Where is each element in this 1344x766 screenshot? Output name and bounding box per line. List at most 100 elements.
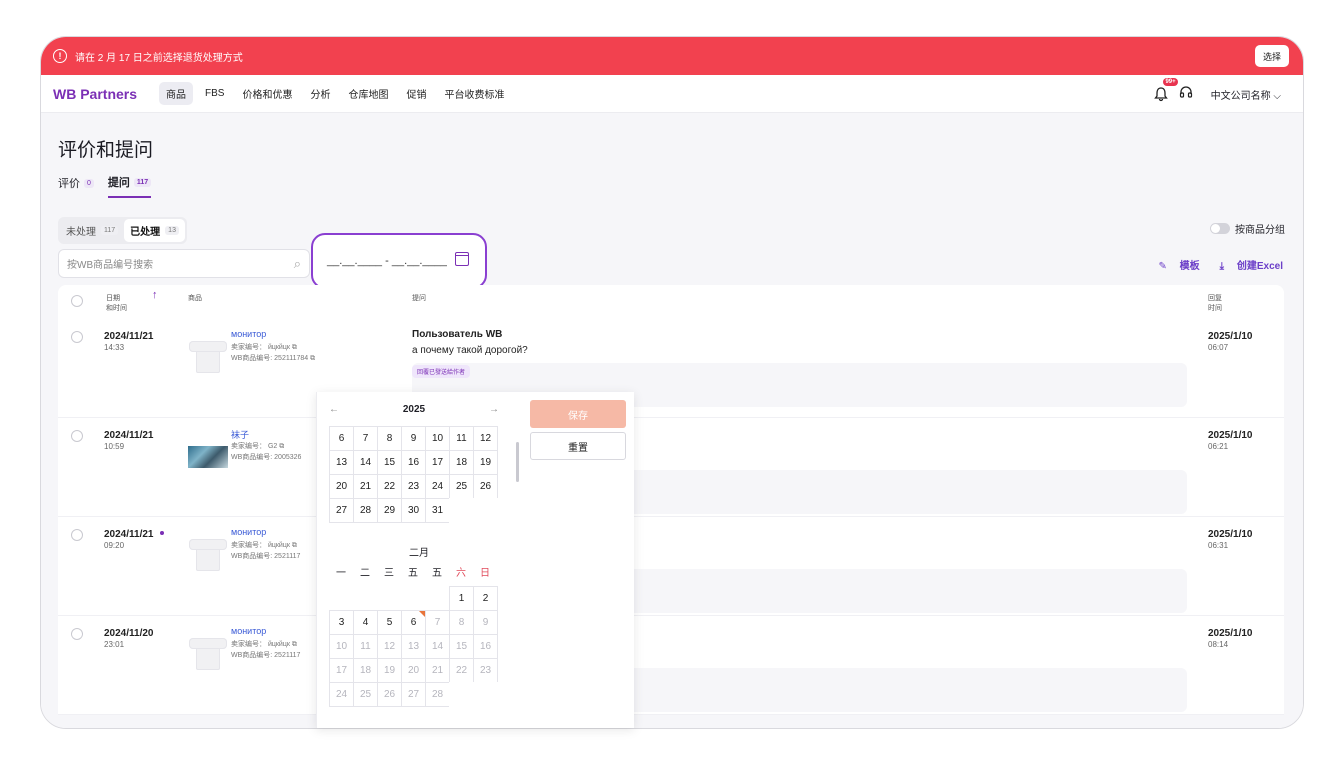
nav-item-products[interactable]: 商品 [159,82,194,105]
product-name[interactable]: 袜子 [231,428,249,441]
next-month-arrow-icon[interactable]: → [489,404,499,415]
search-icon[interactable]: ⌕ [294,256,301,272]
calendar-day[interactable]: 29 [377,498,402,523]
calendar-day[interactable]: 10 [425,426,450,451]
calendar-day[interactable]: 25 [449,474,474,499]
nav-item-fbs[interactable]: FBS [205,88,224,99]
calendar-day[interactable]: 21 [425,658,450,683]
calendar-day[interactable]: 6 [401,610,426,635]
headset-icon[interactable] [1179,85,1193,103]
calendar-day[interactable]: 6 [329,426,354,451]
calendar-day[interactable]: 24 [425,474,450,499]
date-range-input[interactable]: __.__.____ - __.__.____ [311,233,487,289]
calendar-day[interactable]: 11 [449,426,474,451]
product-thumbnail[interactable] [188,436,228,474]
prev-month-arrow-icon[interactable]: ← [329,404,339,415]
calendar-day[interactable]: 27 [401,682,426,707]
table-row[interactable]: 2024/11/20 23:01 монитор 卖家编号： йцкйцк ⧉ … [58,616,1284,715]
calendar-day[interactable]: 17 [329,658,354,683]
select-all-checkbox[interactable] [71,295,83,307]
tab-reviews[interactable]: 评价 0 [58,174,94,198]
calendar-day[interactable]: 28 [425,682,450,707]
calendar-day[interactable]: 14 [425,634,450,659]
product-thumbnail[interactable] [188,535,228,573]
calendar-day[interactable]: 16 [473,634,498,659]
calendar-day[interactable]: 1 [449,586,474,611]
group-by-product-toggle[interactable]: 按商品分组 [1210,221,1285,236]
col-date[interactable]: 日期 和时间 [106,293,127,313]
calendar-day[interactable]: 10 [329,634,354,659]
calendar-day[interactable]: 14 [353,450,378,475]
calendar-day[interactable]: 7 [353,426,378,451]
save-button[interactable]: 保存 [530,400,626,428]
calendar-day[interactable]: 25 [353,682,378,707]
calendar-day[interactable]: 23 [401,474,426,499]
calendar-icon[interactable] [455,252,469,266]
tab-questions[interactable]: 提问 117 [107,174,152,198]
table-row[interactable]: 2024/11/21 10:59 袜子 卖家编号： G2 ⧉ WB商品编号: 2… [58,418,1284,517]
logo[interactable]: WB Partners [53,86,137,102]
row-checkbox[interactable] [71,331,83,343]
calendar-day[interactable]: 31 [425,498,450,523]
segment-processed[interactable]: 已处理 13 [124,219,185,242]
toggle-switch[interactable] [1210,223,1230,234]
create-excel-link[interactable]: ⤓ 创建Excel [1210,257,1283,272]
product-name[interactable]: монитор [231,527,266,537]
nav-item-fees[interactable]: 平台收费标准 [444,86,504,101]
segment-unprocessed[interactable]: 未处理 117 [60,219,124,242]
table-row[interactable]: 2024/11/21 09:20 монитор 卖家编号： йцкйцк ⧉ … [58,517,1284,616]
row-checkbox[interactable] [71,628,83,640]
nav-item-warehouse-map[interactable]: 仓库地图 [348,86,388,101]
calendar-day[interactable]: 16 [401,450,426,475]
calendar-day[interactable]: 24 [329,682,354,707]
product-name[interactable]: монитор [231,329,266,339]
calendar-day[interactable]: 12 [473,426,498,451]
calendar-day[interactable]: 8 [449,610,474,635]
calendar-day[interactable]: 26 [473,474,498,499]
calendar-day[interactable]: 26 [377,682,402,707]
calendar-day[interactable]: 22 [449,658,474,683]
calendar-day[interactable]: 28 [353,498,378,523]
calendar-day[interactable]: 2 [473,586,498,611]
choose-button[interactable]: 选择 [1254,45,1289,67]
nav-item-promotions[interactable]: 促销 [406,86,426,101]
calendar-year[interactable]: 2025 [403,404,425,415]
calendar-day[interactable]: 20 [401,658,426,683]
calendar-day[interactable]: 19 [377,658,402,683]
calendar-day[interactable]: 18 [449,450,474,475]
calendar-day[interactable]: 23 [473,658,498,683]
search-input[interactable]: 按WB商品编号搜索 ⌕ [58,249,310,278]
product-thumbnail[interactable] [188,337,228,375]
calendar-day[interactable]: 5 [377,610,402,635]
reset-button[interactable]: 重置 [530,432,626,460]
calendar-day[interactable]: 18 [353,658,378,683]
calendar-day[interactable]: 11 [353,634,378,659]
calendar-day[interactable]: 3 [329,610,354,635]
calendar-day[interactable]: 9 [401,426,426,451]
template-link[interactable]: ✎ 模板 [1148,257,1199,272]
calendar-scrollbar[interactable] [516,442,519,482]
calendar-day[interactable]: 30 [401,498,426,523]
calendar-day[interactable]: 4 [353,610,378,635]
calendar-day[interactable]: 13 [329,450,354,475]
calendar-day[interactable]: 7 [425,610,450,635]
nav-item-analytics[interactable]: 分析 [310,86,330,101]
calendar-day[interactable]: 13 [401,634,426,659]
calendar-day[interactable]: 15 [377,450,402,475]
calendar-day[interactable]: 15 [449,634,474,659]
calendar-day[interactable]: 9 [473,610,498,635]
product-thumbnail[interactable] [188,634,228,672]
calendar-day[interactable]: 22 [377,474,402,499]
calendar-day[interactable]: 27 [329,498,354,523]
calendar-day[interactable]: 19 [473,450,498,475]
row-checkbox[interactable] [71,529,83,541]
calendar-day[interactable]: 21 [353,474,378,499]
product-name[interactable]: монитор [231,626,266,636]
row-checkbox[interactable] [71,430,83,442]
nav-item-prices[interactable]: 价格和优惠 [242,86,292,101]
calendar-day[interactable]: 17 [425,450,450,475]
company-selector[interactable]: 中文公司名称 ⌵ [1211,87,1281,102]
calendar-day[interactable]: 8 [377,426,402,451]
bell-icon[interactable]: 99+ [1153,78,1178,102]
sort-arrow-icon[interactable]: ↑ [152,289,158,301]
